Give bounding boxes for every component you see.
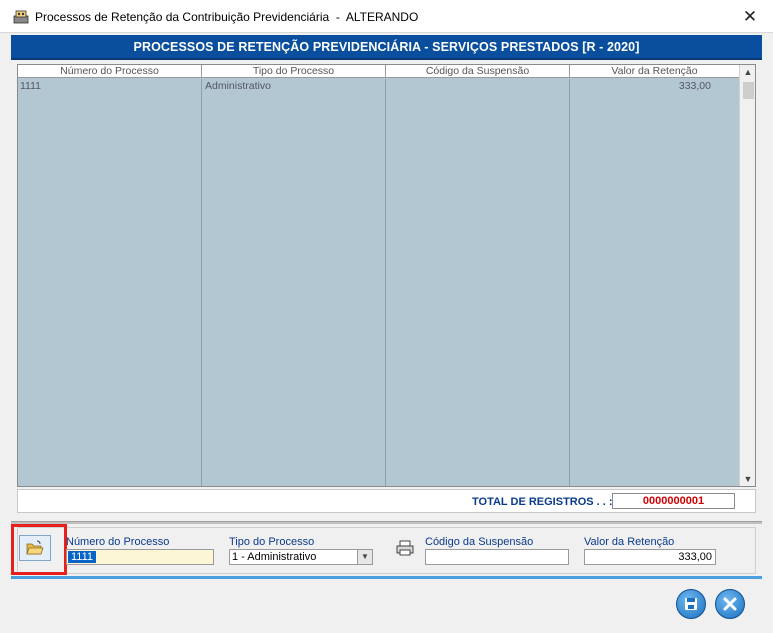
suspensao-field[interactable] [425,549,569,565]
window-title: Processos de Retenção da Contribuição Pr… [35,10,419,24]
valor-label: Valor da Retenção [584,536,675,548]
col-valor [570,79,740,486]
total-label: TOTAL DE REGISTROS . . : [472,496,613,508]
col-suspensao [386,79,570,486]
total-value: 0000000001 [612,493,735,509]
tipo-select[interactable]: 1 - Administrativo ▼ [229,549,373,565]
row-cell-valor: 333,00 [678,80,711,92]
numero-field[interactable]: 1111 [66,549,214,565]
save-icon [685,598,697,610]
row-cell-tipo: Administrativo [205,80,271,92]
row-cell-numero: 1111 [20,80,42,92]
numero-value: 1111 [68,551,97,563]
col-header-numero[interactable]: Número do Processo [18,65,202,78]
col-header-tipo[interactable]: Tipo do Processo [202,65,386,78]
divider [11,521,762,524]
scroll-up-icon[interactable]: ▲ [740,65,756,79]
col-header-suspensao[interactable]: Código da Suspensão [386,65,570,78]
numero-label: Número do Processo [66,536,170,548]
edit-panel: Número do Processo 1111 Tipo do Processo… [11,524,756,575]
title-bar: Processos de Retenção da Contribuição Pr… [0,0,773,33]
scroll-thumb[interactable] [743,82,754,99]
suspensao-label: Código da Suspensão [425,536,534,548]
vertical-scrollbar[interactable]: ▲ ▼ [739,65,755,486]
header-band: PROCESSOS DE RETENÇÃO PREVIDENCIÁRIA - S… [11,35,762,60]
cancel-icon [723,597,737,611]
app-icon [13,10,29,24]
records-grid[interactable]: Número do Processo Tipo do Processo Códi… [17,64,756,487]
col-tipo [202,79,386,486]
col-numero [18,79,202,486]
selection-highlight [11,524,67,575]
col-header-valor[interactable]: Valor da Retenção [570,65,740,78]
chevron-down-icon[interactable]: ▼ [357,550,372,564]
tipo-label: Tipo do Processo [229,536,315,548]
printer-icon[interactable] [396,540,414,556]
close-icon[interactable]: ✕ [727,0,773,33]
valor-field[interactable]: 333,00 [584,549,716,565]
cancel-button[interactable] [715,589,745,619]
total-bar: TOTAL DE REGISTROS . . : 0000000001 [17,489,756,513]
scroll-down-icon[interactable]: ▼ [740,472,756,486]
page-title: PROCESSOS DE RETENÇÃO PREVIDENCIÁRIA - S… [133,39,640,54]
accent-bar [11,576,762,579]
tipo-value: 1 - Administrativo [232,551,317,563]
main-frame: PROCESSOS DE RETENÇÃO PREVIDENCIÁRIA - S… [9,33,764,633]
save-button[interactable] [676,589,706,619]
